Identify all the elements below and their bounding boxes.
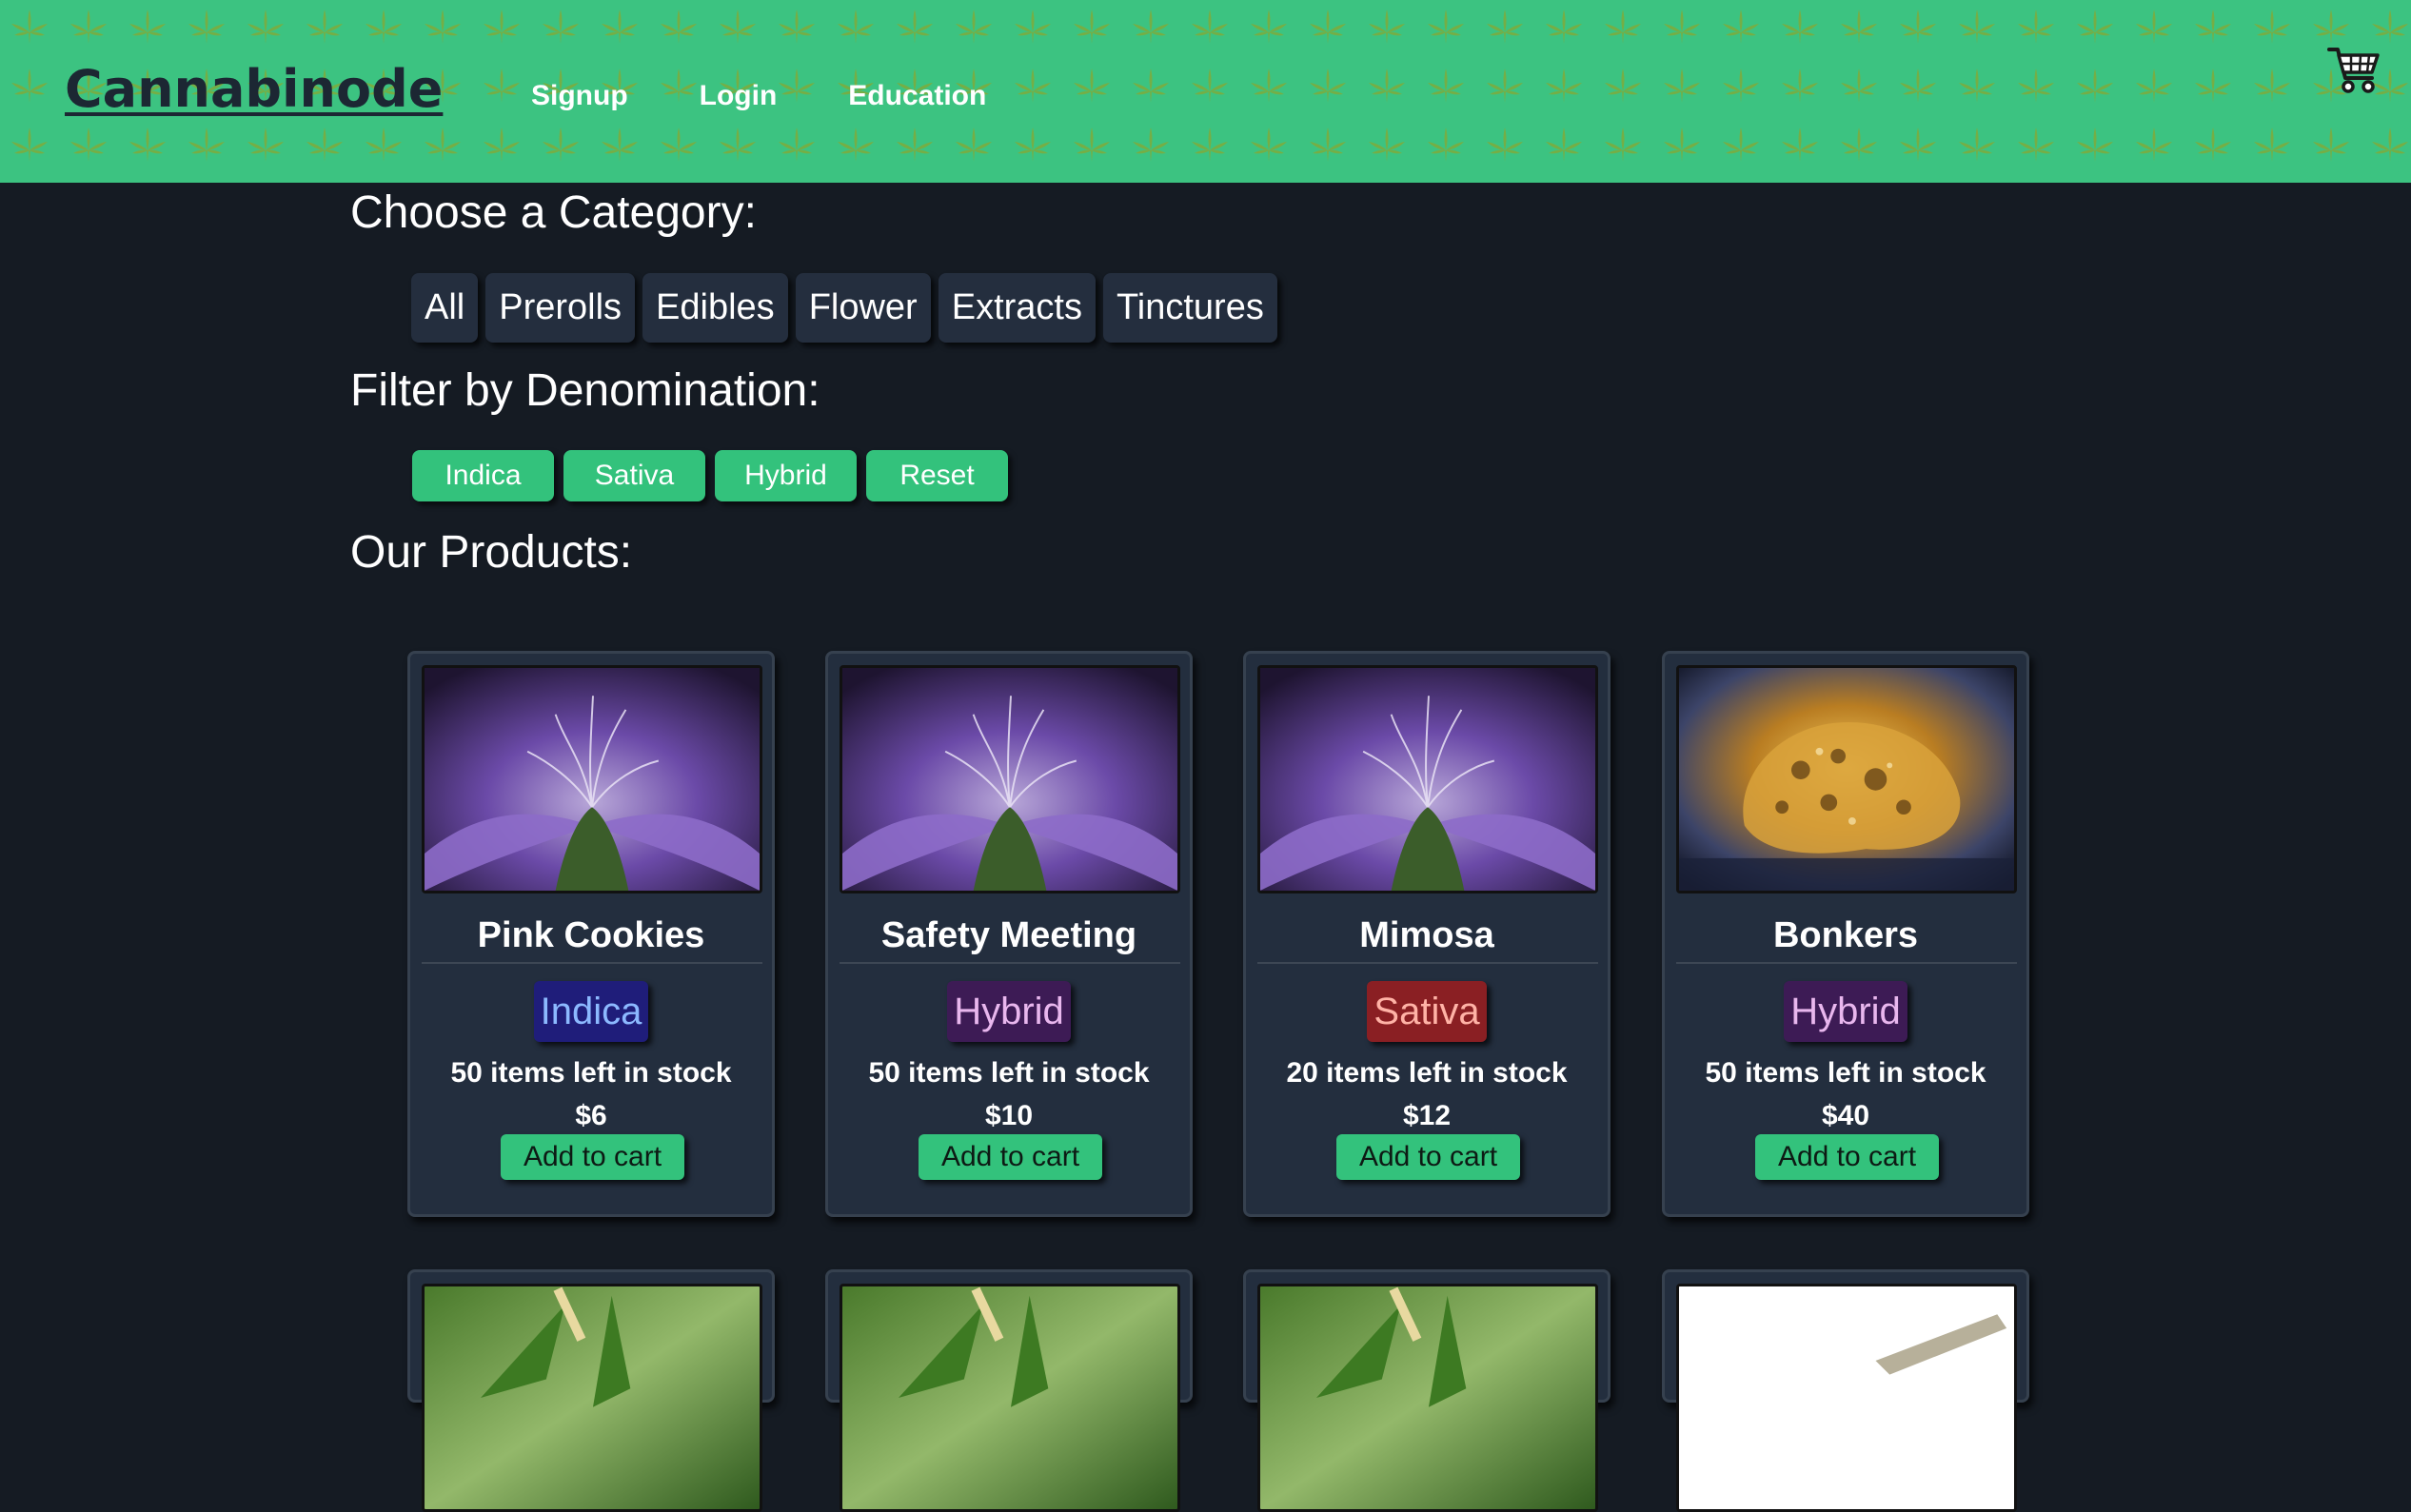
category-all-button[interactable]: All (411, 273, 479, 343)
product-image (1257, 665, 1598, 893)
stock-count: 50 items left in stock (1705, 1057, 1986, 1089)
stock-count: 50 items left in stock (450, 1057, 732, 1089)
add-to-cart-button[interactable]: Add to cart (1755, 1134, 1939, 1180)
product-image (1676, 1284, 2017, 1512)
shopping-cart-icon[interactable] (2326, 42, 2381, 97)
strain-type-badge: Sativa (1367, 981, 1487, 1042)
add-to-cart-button[interactable]: Add to cart (919, 1134, 1102, 1180)
product-card: Pink Cookies Indica 50 items left in sto… (407, 651, 775, 1217)
strain-type-badge: Hybrid (1784, 981, 1907, 1042)
category-flower-button[interactable]: Flower (795, 273, 931, 343)
stock-count: 50 items left in stock (868, 1057, 1150, 1089)
product-image (1257, 1284, 1598, 1512)
category-heading: Choose a Category: (350, 187, 757, 238)
denomination-button-group: Indica Sativa Hybrid Reset (412, 450, 1008, 501)
product-card: Safety Meeting Hybrid 50 items left in s… (825, 651, 1193, 1217)
main-nav: Signup Login Education (531, 80, 986, 112)
products-heading: Our Products: (350, 527, 633, 578)
product-card: Bonkers Hybrid 50 items left in stock $4… (1662, 651, 2029, 1217)
denomination-heading: Filter by Denomination: (350, 365, 820, 416)
product-card: Mimosa Sativa 20 items left in stock $12… (1243, 651, 1611, 1217)
strain-type-badge: Indica (533, 981, 649, 1042)
filter-indica-button[interactable]: Indica (412, 450, 554, 501)
category-edibles-button[interactable]: Edibles (642, 273, 788, 343)
product-image (1676, 665, 2017, 893)
product-card (825, 1269, 1193, 1512)
card-divider (422, 962, 762, 964)
card-divider (1676, 962, 2017, 964)
category-extracts-button[interactable]: Extracts (938, 273, 1096, 343)
product-card (407, 1269, 775, 1512)
filter-reset-button[interactable]: Reset (866, 450, 1008, 501)
product-name: Pink Cookies (477, 915, 705, 955)
product-price: $40 (1821, 1100, 1870, 1131)
stock-count: 20 items left in stock (1286, 1057, 1568, 1089)
product-name: Bonkers (1772, 915, 1919, 955)
product-card (1243, 1269, 1611, 1512)
add-to-cart-button[interactable]: Add to cart (501, 1134, 684, 1180)
product-name: Mimosa (1359, 915, 1494, 955)
add-to-cart-button[interactable]: Add to cart (1336, 1134, 1520, 1180)
site-header: Cannabinode Signup Login Education (0, 0, 2411, 183)
product-image (840, 665, 1180, 893)
product-image (840, 1284, 1180, 1512)
card-divider (840, 962, 1180, 964)
product-price: $12 (1402, 1100, 1452, 1131)
card-divider (1257, 962, 1598, 964)
product-name: Safety Meeting (880, 915, 1137, 955)
product-price: $10 (984, 1100, 1034, 1131)
nav-education-link[interactable]: Education (848, 80, 986, 112)
nav-login-link[interactable]: Login (700, 80, 778, 112)
category-prerolls-button[interactable]: Prerolls (485, 273, 636, 343)
product-card (1662, 1269, 2029, 1512)
brand-logo-link[interactable]: Cannabinode (65, 59, 443, 119)
strain-type-badge: Hybrid (947, 981, 1071, 1042)
filter-hybrid-button[interactable]: Hybrid (715, 450, 857, 501)
product-image (422, 1284, 762, 1512)
filter-sativa-button[interactable]: Sativa (563, 450, 705, 501)
category-button-group: All Prerolls Edibles Flower Extracts Tin… (411, 273, 1277, 343)
nav-signup-link[interactable]: Signup (531, 80, 628, 112)
product-price: $6 (575, 1100, 607, 1131)
category-tinctures-button[interactable]: Tinctures (1102, 273, 1277, 343)
product-image (422, 665, 762, 893)
